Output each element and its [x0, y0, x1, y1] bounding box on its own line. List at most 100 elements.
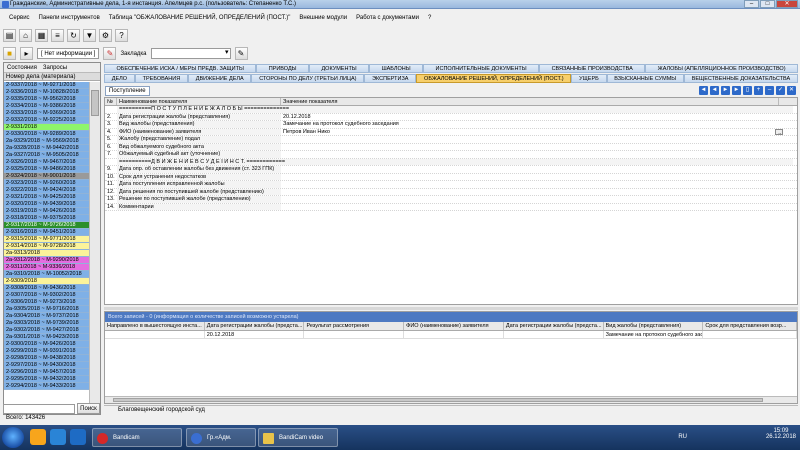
case-list-item[interactable]: 2а-9310/2018 ~ М-10052/2018	[4, 271, 90, 278]
case-list-item[interactable]: 2-9320/2018 ~ М-9439/2018	[4, 201, 90, 208]
appeals-row[interactable]: 20.12.2018 Замечание на протокол судебног…	[105, 331, 798, 339]
grid-row[interactable]: 3. Вид жалобы (представления) Замечание на…	[105, 121, 797, 129]
tab-tabs_row1-0[interactable]: ОБЕСПЕЧЕНИЕ ИСКА / МЕРЫ ПРЕДВ. ЗАЩИТЫ	[104, 64, 257, 73]
tab-tabs_row1-5[interactable]: СВЯЗАННЫЕ ПРОИЗВОДСТВА	[539, 64, 646, 73]
case-list-item[interactable]: 2-9337/2018 ~ М-9271/2018	[4, 82, 90, 89]
case-list-item[interactable]: 2а-9304/2018 ~ М-9737/2018	[4, 313, 90, 320]
menu-help[interactable]: ?	[428, 15, 431, 25]
menu-external-modules[interactable]: Внешние модули	[299, 15, 347, 25]
post-button[interactable]: Поступление	[105, 86, 150, 96]
indicator-value[interactable]	[281, 151, 779, 158]
hscroll-thumb[interactable]	[113, 398, 763, 402]
case-list-item[interactable]: 2-9321/2018 ~ М-9425/2018	[4, 194, 90, 201]
menu-toolbars[interactable]: Панели инструментов	[39, 15, 100, 25]
appeals-col-header[interactable]: Дата регистрации жалобы (предста...	[205, 322, 305, 330]
tab-tabs_row2-1[interactable]: ТРЕБОВАНИЯ	[134, 74, 188, 83]
grid-row[interactable]: 12. Дата решения по поступившей жалобе (п…	[105, 188, 797, 196]
case-list-item[interactable]: 2а-9328/2018 ~ М-9442/2018	[4, 145, 90, 152]
add-record-icon[interactable]: +	[754, 86, 763, 95]
case-list-scrollbar[interactable]	[89, 82, 100, 412]
case-list-item[interactable]: 2-9326/2018 ~ М-9467/2018	[4, 159, 90, 166]
menu-table[interactable]: Таблица "ОБЖАЛОВАНИЕ РЕШЕНИЙ, ОПРЕДЕЛЕНИ…	[109, 15, 291, 25]
list-icon[interactable]: ≡	[51, 29, 64, 42]
scrollbar-thumb[interactable]	[91, 90, 99, 116]
indicator-value[interactable]	[281, 144, 779, 151]
tab-queries[interactable]: Запросы	[43, 63, 67, 72]
case-list-item[interactable]: 2а-9312/2018 ~ М-9290/2018	[4, 257, 90, 264]
case-list-item[interactable]: 2-9324/2018 ~ М-9001/2018	[4, 173, 90, 180]
clock[interactable]: 15:09 26.12.2018	[766, 428, 796, 440]
grid-row[interactable]: 9. Дата опр. об оставлении жалобы без дви…	[105, 166, 797, 174]
delete-record-icon[interactable]: –	[765, 86, 774, 95]
grid-row[interactable]: 5. Жалобу (представление) подал	[105, 136, 797, 144]
menu-service[interactable]: Сервис	[9, 15, 30, 25]
tab-tabs_row1-4[interactable]: ИСПОЛНИТЕЛЬНЫЕ ДОКУМЕНТЫ	[423, 64, 540, 73]
appeals-hscrollbar[interactable]	[105, 396, 797, 403]
last-record-icon[interactable]: ►	[732, 86, 741, 95]
appeals-col-header[interactable]: Вид жалобы (представления)	[604, 322, 704, 330]
taskbar-app[interactable]: Гр.«Адм.	[186, 428, 256, 447]
case-list-item[interactable]: 2-9300/2018 ~ М-9426/2018	[4, 341, 90, 348]
tab-tabs_row2-3[interactable]: СТОРОНЫ ПО ДЕЛУ (ТРЕТЬИ ЛИЦА)	[251, 74, 365, 83]
bookmark-edit-icon[interactable]: ✎	[234, 47, 248, 60]
case-list-item[interactable]: 2а-9303/2018 ~ М-9739/2018	[4, 320, 90, 327]
case-number-header[interactable]: Номер дела (материала)	[4, 73, 100, 81]
indicator-value[interactable]: Петров Иван Нико	[281, 129, 779, 136]
case-list-item[interactable]: 2-9333/2018 ~ М-9369/2018	[4, 110, 90, 117]
no-info-field[interactable]: [ Нет информации ]	[37, 48, 100, 59]
tab-tabs_row1-3[interactable]: ШАБЛОНЫ	[369, 64, 424, 73]
case-list-item[interactable]: 2-9334/2018 ~ М-9386/2018	[4, 103, 90, 110]
col-indicator-name[interactable]: Наименование показателя	[117, 98, 281, 105]
grid-row[interactable]: 6. Вид обжалуемого судебного акта	[105, 143, 797, 151]
col-indicator-value[interactable]: Значение показателя	[281, 98, 779, 105]
case-list-item[interactable]: 2а-9305/2018 ~ М-9716/2018	[4, 306, 90, 313]
lookup-ellipsis-button[interactable]: …	[775, 129, 783, 135]
indicator-value[interactable]	[281, 174, 779, 181]
case-list-item[interactable]: 2-9294/2018 ~ М-9433/2018	[4, 383, 90, 390]
arrow-icon[interactable]: ▸	[20, 47, 33, 60]
language-indicator[interactable]: RU	[678, 434, 687, 440]
case-list-item[interactable]: 2-9308/2018 ~ М-9436/2018	[4, 285, 90, 292]
minimize-button[interactable]: –	[744, 0, 759, 8]
firefox-icon[interactable]	[30, 429, 46, 445]
tab-tabs_row2-0[interactable]: ДЕЛО	[104, 74, 135, 83]
case-list-item[interactable]: 2-9314/2018 ~ М-9728/2018	[4, 243, 90, 250]
help-icon[interactable]: ?	[115, 29, 128, 42]
tab-tabs_row2-2[interactable]: ДВИЖЕНИЕ ДЕЛА	[187, 74, 252, 83]
grid-row[interactable]: 14. Комментарии	[105, 203, 797, 211]
case-list-item[interactable]: 2-9311/2018 ~ М-9336/2018	[4, 264, 90, 271]
appeals-col-header[interactable]: Направлено в вышестоящую инста...	[105, 322, 205, 330]
tab-tabs_row1-1[interactable]: ПРИВОДЫ	[256, 64, 309, 73]
taskbar-bandicam[interactable]: Bandicam	[92, 428, 182, 447]
case-list-item[interactable]: 2а-9301/2018 ~ М-9423/2018	[4, 334, 90, 341]
case-list-item[interactable]: 2-9295/2018 ~ М-9432/2018	[4, 376, 90, 383]
case-list-item[interactable]: 2-9299/2018 ~ М-9391/2018	[4, 348, 90, 355]
case-list-item[interactable]: 2-9335/2018 ~ М-9562/2018	[4, 96, 90, 103]
case-list-item[interactable]: 2-9322/2018 ~ М-9424/2018	[4, 187, 90, 194]
pin-icon[interactable]: ✎	[103, 47, 117, 60]
tab-tabs_row2-4[interactable]: ЭКСПЕРТИЗА	[364, 74, 417, 83]
indicator-value[interactable]	[281, 196, 779, 203]
col-number[interactable]: №	[105, 98, 117, 105]
close-button[interactable]: ✕	[776, 0, 798, 8]
case-list-item[interactable]: 2а-9327/2018 ~ М-9505/2018	[4, 152, 90, 159]
case-list-item[interactable]: 2-9331/2018	[4, 124, 90, 131]
next-record-icon[interactable]: ►	[721, 86, 730, 95]
appeals-col-header[interactable]: Дата регистрации жалобы (предста...	[504, 322, 604, 330]
tab-tabs_row2-6[interactable]: УЩЕРБ	[571, 74, 607, 83]
cancel-record-icon[interactable]: ✕	[787, 86, 796, 95]
maximize-button[interactable]: □	[760, 0, 775, 8]
bookmark-select[interactable]	[150, 48, 231, 59]
home-icon[interactable]: ⌂	[19, 29, 32, 42]
explorer-icon[interactable]	[50, 429, 66, 445]
case-search-input[interactable]	[3, 404, 75, 414]
case-list-item[interactable]: 2-9325/2018 ~ М-9486/2018	[4, 166, 90, 173]
grid-section-header[interactable]: ==========П О С Т У П Л Е Н И Е Ж А Л О …	[105, 106, 797, 114]
prev-record-icon[interactable]: ◄	[710, 86, 719, 95]
grid-row[interactable]: 2. Дата регистрации жалобы (представления…	[105, 113, 797, 121]
grid-row[interactable]: 7. Обжалуемый судебный акт (уточнение)	[105, 151, 797, 159]
grid-row[interactable]: 10. Срок для устранения недостатков	[105, 173, 797, 181]
tab-tabs_row2-5[interactable]: ОБЖАЛОВАНИЕ РЕШЕНИЙ, ОПРЕДЕЛЕНИЙ (ПОСТ.)	[416, 74, 572, 83]
appeals-col-header[interactable]: Срок для представления возр...	[703, 322, 798, 330]
blank-record-icon[interactable]: ▯	[743, 86, 752, 95]
